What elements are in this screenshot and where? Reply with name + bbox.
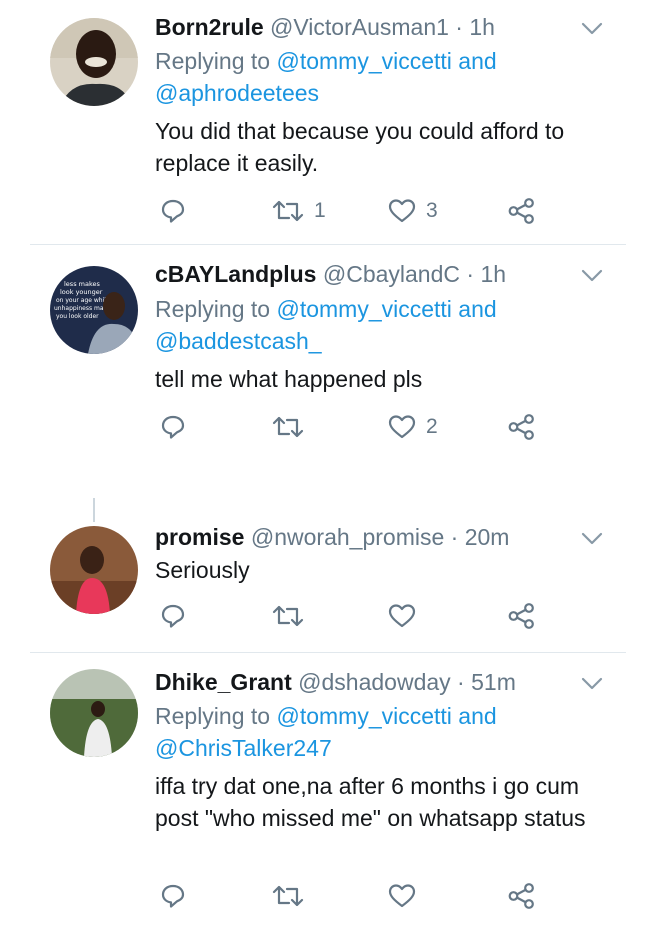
avatar[interactable]	[50, 669, 138, 757]
chevron-down-icon[interactable]	[580, 20, 604, 38]
mention-link[interactable]: @tommy_viccetti	[276, 703, 451, 729]
tweet-actions	[155, 601, 575, 631]
like-button[interactable]: 3	[388, 196, 438, 226]
like-button[interactable]: 2	[388, 412, 438, 442]
tweet-cbaylandplus[interactable]: less makes look younger on your age whil…	[0, 245, 654, 485]
reply-button[interactable]	[160, 601, 186, 631]
separator-dot: ·	[448, 14, 470, 40]
like-button[interactable]	[388, 601, 426, 631]
share-icon	[508, 414, 534, 440]
retweet-icon	[272, 605, 304, 627]
retweet-icon	[272, 885, 304, 907]
reply-icon	[161, 604, 185, 628]
user-handle[interactable]: @VictorAusman1	[270, 14, 449, 40]
timestamp[interactable]: 1h	[480, 261, 506, 287]
mention-link[interactable]: @aphrodeetees	[155, 80, 319, 106]
tweet-text: Seriously	[155, 557, 250, 583]
avatar[interactable]	[50, 526, 138, 614]
retweet-icon	[272, 416, 304, 438]
heart-icon	[388, 415, 416, 439]
heart-icon	[388, 604, 416, 628]
replying-and[interactable]: and	[452, 296, 496, 322]
tweet-actions	[155, 881, 575, 911]
avatar-caption-line: look younger	[60, 288, 103, 296]
replying-to-line2: @aphrodeetees	[155, 78, 319, 109]
tweet-actions: 1 3	[155, 196, 575, 226]
like-count: 3	[426, 199, 438, 222]
replying-to: Replying to @tommy_viccetti and	[155, 46, 497, 77]
replying-and[interactable]: and	[452, 48, 496, 74]
reply-button[interactable]	[160, 881, 186, 911]
timestamp[interactable]: 20m	[465, 524, 510, 550]
like-button[interactable]	[388, 881, 426, 911]
replying-to-line2: @ChrisTalker247	[155, 733, 332, 764]
replying-prefix: Replying to	[155, 48, 277, 74]
mention-link[interactable]: @tommy_viccetti	[276, 48, 451, 74]
avatar-caption-line: you look older	[56, 313, 99, 320]
share-button[interactable]	[507, 601, 537, 631]
separator-dot: ·	[444, 524, 465, 550]
avatar-caption-line: on your age while	[56, 297, 110, 304]
reply-button[interactable]	[160, 196, 186, 226]
replying-and[interactable]: and	[452, 703, 496, 729]
tweet-born2rule[interactable]: Born2rule @VictorAusman1 · 1h Replying t…	[0, 0, 654, 244]
share-button[interactable]	[507, 412, 537, 442]
retweet-button[interactable]	[272, 412, 314, 442]
user-handle[interactable]: @nworah_promise	[251, 524, 444, 550]
tweet-header: Dhike_Grant @dshadowday · 51m	[155, 667, 516, 697]
tweet-header: Born2rule @VictorAusman1 · 1h	[155, 12, 495, 42]
display-name[interactable]: Born2rule	[155, 14, 264, 40]
chevron-down-icon[interactable]	[580, 530, 604, 548]
retweet-button[interactable]	[272, 601, 314, 631]
mention-link[interactable]: @ChrisTalker247	[155, 735, 332, 761]
reply-icon	[161, 199, 185, 223]
tweet-actions: 2	[155, 412, 575, 442]
share-button[interactable]	[507, 196, 537, 226]
share-icon	[508, 883, 534, 909]
avatar[interactable]: less makes look younger on your age whil…	[50, 266, 138, 354]
timestamp[interactable]: 51m	[471, 669, 516, 695]
tweet-text: tell me what happened pls	[155, 366, 423, 392]
display-name[interactable]: promise	[155, 524, 244, 550]
timestamp[interactable]: 1h	[469, 14, 495, 40]
replying-prefix: Replying to	[155, 296, 277, 322]
share-icon	[508, 198, 534, 224]
replying-to: Replying to @tommy_viccetti and	[155, 294, 497, 325]
user-handle[interactable]: @CbaylandC	[323, 261, 460, 287]
share-icon	[508, 603, 534, 629]
retweet-button[interactable]	[272, 881, 314, 911]
retweet-count: 1	[314, 199, 326, 222]
avatar-caption-line: less makes	[64, 280, 100, 288]
tweet-dhike-grant[interactable]: Dhike_Grant @dshadowday · 51m Replying t…	[0, 653, 654, 926]
chevron-down-icon[interactable]	[580, 267, 604, 285]
mention-link[interactable]: @baddestcash_	[155, 328, 322, 354]
tweet-promise[interactable]: promise @nworah_promise · 20m Seriously	[0, 510, 654, 650]
tweet-text: You did that because you could afford to…	[155, 118, 565, 176]
avatar[interactable]	[50, 18, 138, 106]
replying-to: Replying to @tommy_viccetti and	[155, 701, 497, 732]
chevron-down-icon[interactable]	[580, 675, 604, 693]
share-button[interactable]	[507, 881, 537, 911]
user-handle[interactable]: @dshadowday	[298, 669, 451, 695]
mention-link[interactable]: @tommy_viccetti	[276, 296, 451, 322]
replying-prefix: Replying to	[155, 703, 277, 729]
replying-to-line2: @baddestcash_	[155, 326, 322, 357]
heart-icon	[388, 199, 416, 223]
heart-icon	[388, 884, 416, 908]
like-count: 2	[426, 415, 438, 438]
reply-icon	[161, 415, 185, 439]
reply-icon	[161, 884, 185, 908]
tweet-text: iffa try dat one,na after 6 months i go …	[155, 773, 586, 831]
retweet-button[interactable]: 1	[272, 196, 326, 226]
reply-button[interactable]	[160, 412, 186, 442]
separator-dot: ·	[460, 261, 481, 287]
display-name[interactable]: Dhike_Grant	[155, 669, 292, 695]
display-name[interactable]: cBAYLandplus	[155, 261, 316, 287]
separator-dot: ·	[450, 669, 472, 695]
retweet-icon	[272, 200, 304, 222]
tweet-header: cBAYLandplus @CbaylandC · 1h	[155, 259, 506, 289]
tweet-header: promise @nworah_promise · 20m	[155, 522, 509, 552]
